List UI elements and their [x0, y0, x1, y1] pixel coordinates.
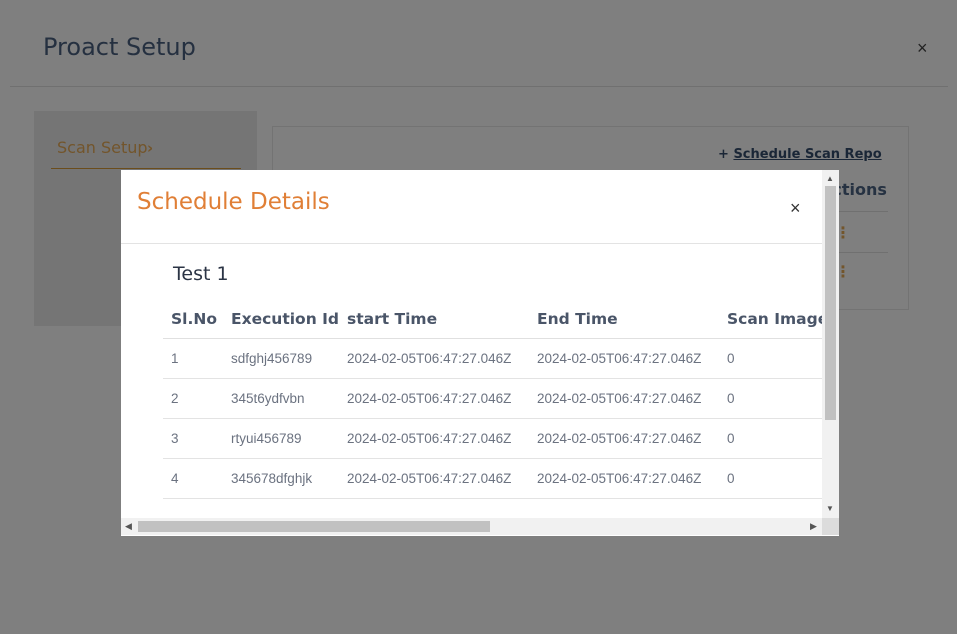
page-title: Proact Setup	[43, 33, 196, 61]
vertical-scroll-thumb[interactable]	[825, 186, 836, 420]
cell-end-time: 2024-02-05T06:47:27.046Z	[529, 458, 719, 499]
cell-scan-images: 0	[719, 338, 823, 379]
table-row[interactable]: 4 345678dfghjk 2024-02-05T06:47:27.046Z …	[163, 458, 823, 499]
table-row[interactable]: 1 sdfghj456789 2024-02-05T06:47:27.046Z …	[163, 338, 823, 379]
cell-sl-no: 4	[163, 458, 223, 499]
executions-table: Sl.No Execution Id start Time End Time S…	[163, 300, 823, 499]
cell-scan-images: 0	[719, 418, 823, 459]
cell-end-time: 2024-02-05T06:47:27.046Z	[529, 418, 719, 459]
horizontal-scrollbar[interactable]: ◀ ▶	[121, 518, 822, 535]
cell-execution-id: sdfghj456789	[223, 338, 339, 379]
cell-sl-no: 2	[163, 378, 223, 419]
page-divider	[10, 86, 948, 87]
sidebar-item-label: Scan Setup	[57, 138, 148, 157]
cell-sl-no: 3	[163, 418, 223, 459]
scroll-corner	[822, 518, 839, 535]
schedule-scan-report-link[interactable]: + Schedule Scan Repo	[718, 147, 882, 162]
column-header-execution-id[interactable]: Execution Id	[223, 300, 339, 339]
cell-end-time: 2024-02-05T06:47:27.046Z	[529, 378, 719, 419]
scroll-right-icon[interactable]: ▶	[810, 521, 817, 532]
scroll-up-icon[interactable]: ▲	[826, 174, 834, 183]
cell-start-time: 2024-02-05T06:47:27.046Z	[339, 378, 529, 419]
cell-start-time: 2024-02-05T06:47:27.046Z	[339, 458, 529, 499]
table-row[interactable]: 3 rtyui456789 2024-02-05T06:47:27.046Z 2…	[163, 418, 823, 459]
table-row[interactable]: 2 345t6ydfvbn 2024-02-05T06:47:27.046Z 2…	[163, 378, 823, 419]
executions-table-wrap: Sl.No Execution Id start Time End Time S…	[163, 300, 823, 520]
column-header-start-time[interactable]: start Time	[339, 300, 529, 339]
cell-execution-id: rtyui456789	[223, 418, 339, 459]
sidebar-item-scan-setup[interactable]: Scan Setup ›	[51, 137, 241, 169]
modal-close-icon[interactable]: ×	[790, 198, 801, 218]
cell-execution-id: 345678dfghjk	[223, 458, 339, 499]
modal-title: Schedule Details	[137, 189, 330, 215]
schedule-name: Test 1	[173, 263, 229, 285]
cell-sl-no: 1	[163, 338, 223, 379]
cell-execution-id: 345t6ydfvbn	[223, 378, 339, 419]
column-header-sl-no[interactable]: Sl.No	[163, 300, 223, 339]
chevron-right-icon: ›	[147, 139, 154, 157]
schedule-link-label: Schedule Scan Repo	[733, 147, 882, 162]
scroll-down-icon[interactable]: ▼	[826, 504, 834, 513]
horizontal-scroll-thumb[interactable]	[138, 521, 490, 532]
cell-end-time: 2024-02-05T06:47:27.046Z	[529, 338, 719, 379]
column-header-end-time[interactable]: End Time	[529, 300, 719, 339]
scroll-left-icon[interactable]: ◀	[125, 521, 132, 532]
cell-scan-images: 0	[719, 378, 823, 419]
schedule-details-modal: Schedule Details × Test 1 Sl.No Executio…	[121, 170, 839, 536]
column-header-scan-images[interactable]: Scan Images	[719, 300, 823, 339]
vertical-scrollbar[interactable]: ▲ ▼	[822, 170, 839, 518]
page-close-icon[interactable]: ×	[917, 38, 928, 58]
plus-icon: +	[718, 147, 729, 162]
cell-start-time: 2024-02-05T06:47:27.046Z	[339, 418, 529, 459]
table-header-row: Sl.No Execution Id start Time End Time S…	[163, 300, 823, 339]
cell-scan-images: 0	[719, 458, 823, 499]
cell-start-time: 2024-02-05T06:47:27.046Z	[339, 338, 529, 379]
modal-divider	[121, 243, 823, 244]
